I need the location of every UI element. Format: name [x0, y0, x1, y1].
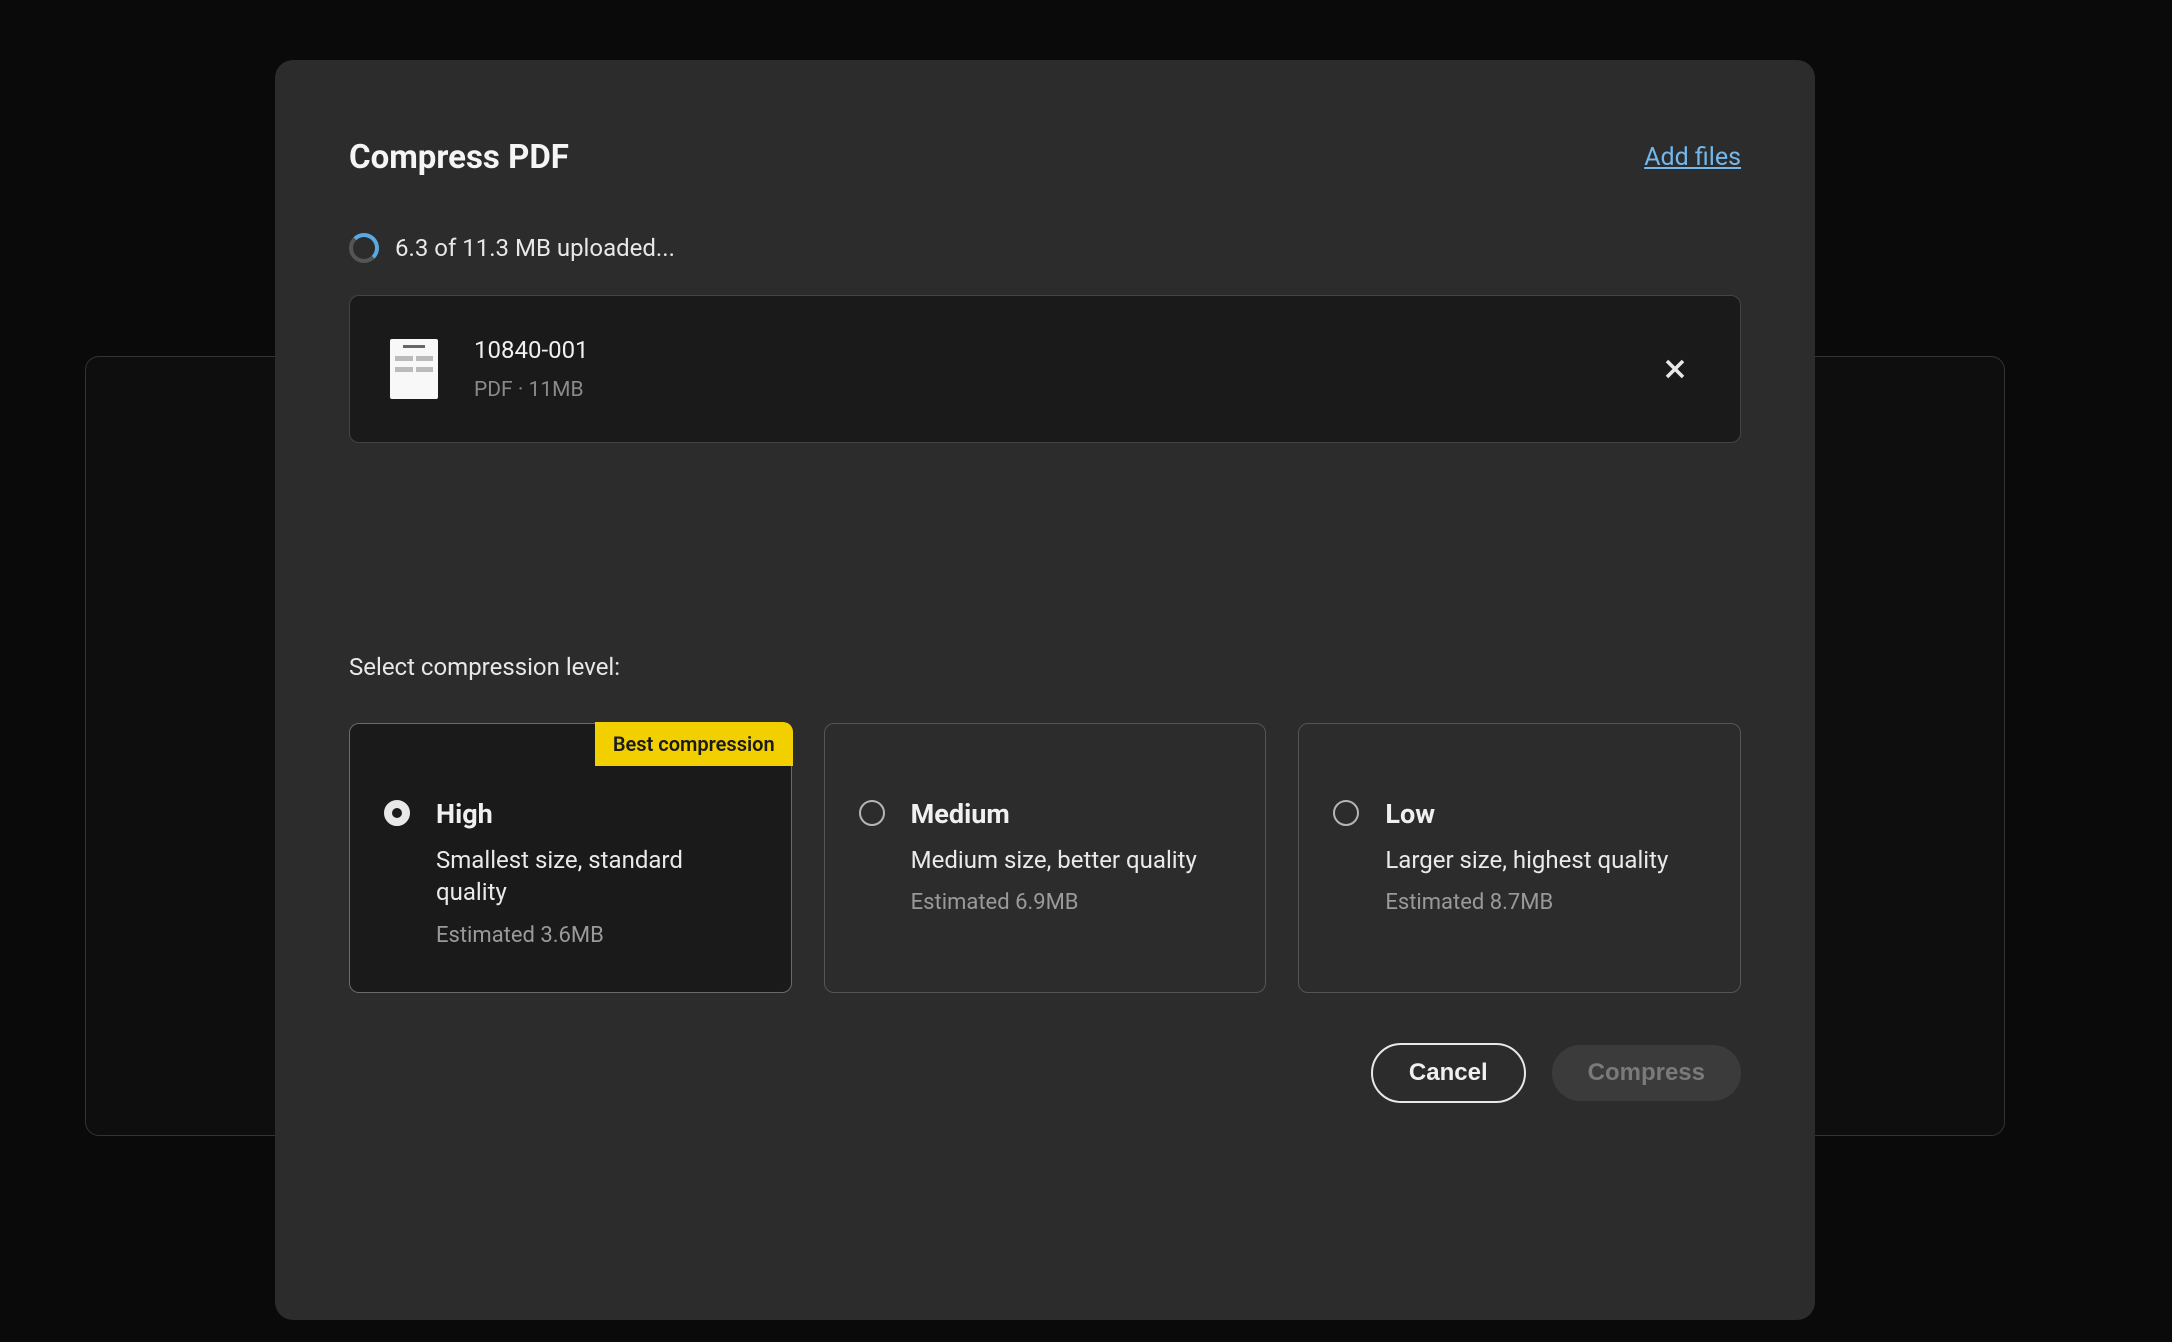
dialog-header: Compress PDF Add files	[349, 138, 1741, 177]
remove-file-button[interactable]	[1660, 354, 1690, 384]
option-estimate-high: Estimated 3.6MB	[436, 923, 757, 948]
compress-pdf-dialog: Compress PDF Add files 6.3 of 11.3 MB up…	[275, 60, 1815, 1320]
option-desc-low: Larger size, highest quality	[1385, 844, 1668, 876]
upload-status: 6.3 of 11.3 MB uploaded...	[349, 233, 1741, 263]
radio-medium[interactable]	[859, 800, 885, 826]
cancel-button[interactable]: Cancel	[1371, 1043, 1526, 1103]
option-title-high: High	[436, 798, 757, 830]
option-title-medium: Medium	[911, 798, 1197, 830]
radio-low[interactable]	[1333, 800, 1359, 826]
compression-section-label: Select compression level:	[349, 653, 1741, 681]
option-desc-high: Smallest size, standard quality	[436, 844, 757, 909]
compress-button[interactable]: Compress	[1552, 1045, 1741, 1101]
upload-status-text: 6.3 of 11.3 MB uploaded...	[395, 234, 675, 262]
upload-spinner-icon	[349, 233, 379, 263]
compression-option-medium[interactable]: Medium Medium size, better quality Estim…	[824, 723, 1267, 993]
file-meta: PDF · 11MB	[474, 378, 1624, 402]
option-estimate-low: Estimated 8.7MB	[1385, 890, 1668, 915]
radio-high[interactable]	[384, 800, 410, 826]
file-info: 10840-001 PDF · 11MB	[474, 336, 1624, 402]
dialog-actions: Cancel Compress	[349, 1043, 1741, 1103]
add-files-link[interactable]: Add files	[1644, 143, 1741, 172]
compression-options: Best compression High Smallest size, sta…	[349, 723, 1741, 993]
file-card: 10840-001 PDF · 11MB	[349, 295, 1741, 443]
compression-option-low[interactable]: Low Larger size, highest quality Estimat…	[1298, 723, 1741, 993]
close-icon	[1663, 357, 1687, 381]
file-thumbnail-icon	[390, 339, 438, 399]
file-name: 10840-001	[474, 336, 1624, 364]
best-compression-badge: Best compression	[595, 722, 793, 766]
option-title-low: Low	[1385, 798, 1668, 830]
option-estimate-medium: Estimated 6.9MB	[911, 890, 1197, 915]
dialog-title: Compress PDF	[349, 138, 569, 177]
compression-option-high[interactable]: Best compression High Smallest size, sta…	[349, 723, 792, 993]
option-desc-medium: Medium size, better quality	[911, 844, 1197, 876]
